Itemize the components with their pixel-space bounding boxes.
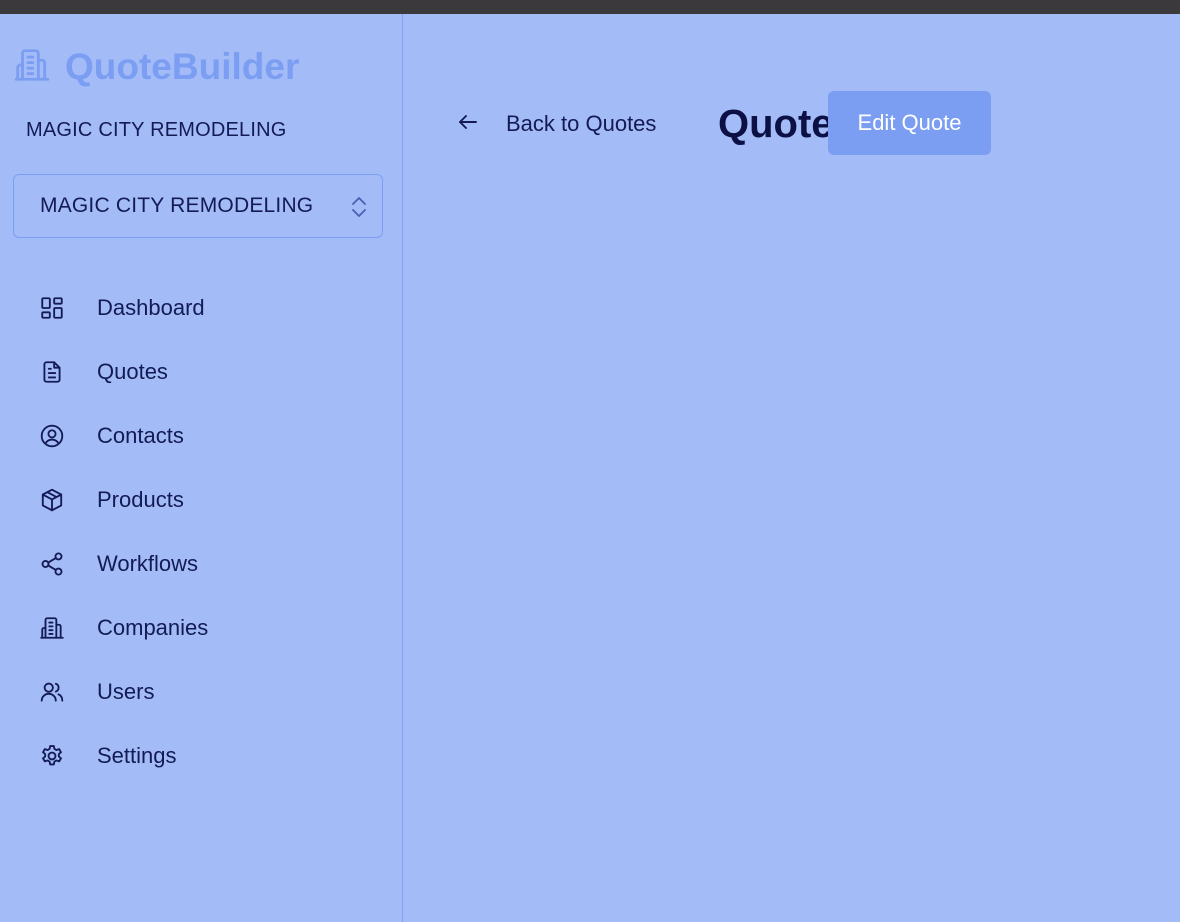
sidebar-item-quotes[interactable]: Quotes xyxy=(38,352,168,392)
company-select-value: MAGIC CITY REMODELING xyxy=(40,194,314,217)
sidebar-item-companies[interactable]: Companies xyxy=(38,608,208,648)
sidebar-item-workflows[interactable]: Workflows xyxy=(38,544,198,584)
sidebar-item-label: Users xyxy=(97,679,155,704)
building-icon xyxy=(38,614,66,642)
company-name-label: MAGIC CITY REMODELING xyxy=(26,119,287,141)
gear-icon xyxy=(38,742,66,770)
sidebar-item-users[interactable]: Users xyxy=(38,672,154,712)
sidebar-item-label: Quotes xyxy=(97,359,168,384)
sidebar-item-label: Dashboard xyxy=(97,295,205,320)
user-circle-icon xyxy=(38,422,66,450)
sidebar-item-dashboard[interactable]: Dashboard xyxy=(38,288,205,328)
arrow-left-icon xyxy=(456,110,480,139)
chevron-up-down-icon xyxy=(350,195,368,219)
document-icon xyxy=(38,358,66,386)
sidebar-item-label: Settings xyxy=(97,743,177,768)
brand-name: QuoteBuilder xyxy=(65,46,300,87)
back-link-label: Back to Quotes xyxy=(506,111,657,136)
sidebar-item-settings[interactable]: Settings xyxy=(38,736,177,776)
window-top-bar xyxy=(0,0,1180,14)
dashboard-icon xyxy=(38,294,66,322)
sidebar-item-label: Contacts xyxy=(97,423,184,448)
edit-quote-button[interactable]: Edit Quote xyxy=(828,91,991,155)
main-content: Back to Quotes Quote Edit Quote xyxy=(404,14,1180,922)
sidebar: QuoteBuilder MAGIC CITY REMODELING MAGIC… xyxy=(0,14,403,922)
back-to-quotes-link[interactable]: Back to Quotes xyxy=(456,106,656,142)
cube-icon xyxy=(38,486,66,514)
building-icon xyxy=(13,46,51,89)
page-title: Quote xyxy=(718,102,834,146)
users-icon xyxy=(38,678,66,706)
company-select[interactable]: MAGIC CITY REMODELING xyxy=(13,174,383,238)
sidebar-item-label: Workflows xyxy=(97,551,199,576)
sidebar-item-contacts[interactable]: Contacts xyxy=(38,416,184,456)
brand[interactable]: QuoteBuilder xyxy=(13,46,299,88)
sidebar-item-products[interactable]: Products xyxy=(38,480,184,520)
share-icon xyxy=(38,550,66,578)
sidebar-item-label: Products xyxy=(97,487,184,512)
sidebar-item-label: Companies xyxy=(97,615,209,640)
